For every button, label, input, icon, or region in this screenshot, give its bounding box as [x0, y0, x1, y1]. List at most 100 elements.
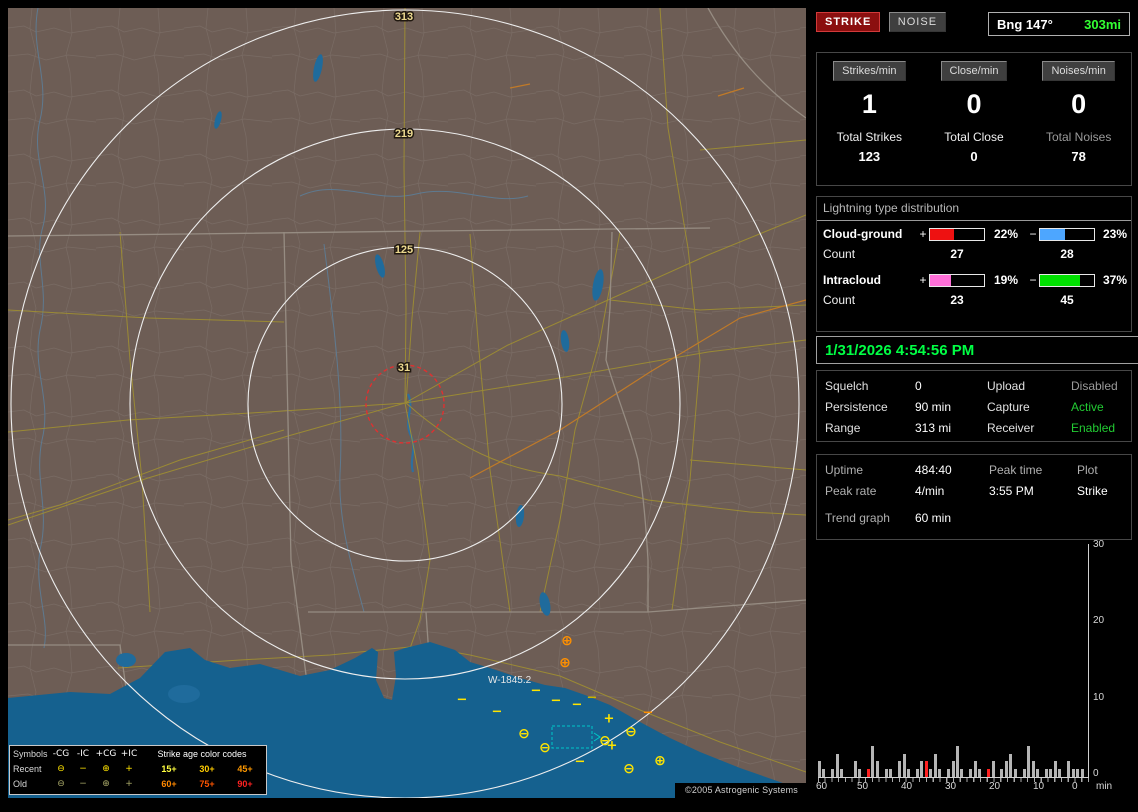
x-tick-20: 20 — [989, 781, 1000, 792]
trend-bar — [947, 769, 950, 777]
trend-bar — [925, 761, 928, 777]
distance-value: 303mi — [1084, 17, 1121, 32]
upload-label: Upload — [987, 379, 1071, 393]
y-tick-10: 10 — [1093, 692, 1104, 703]
trend-bar — [916, 769, 919, 777]
trend-bar — [1081, 769, 1084, 777]
cg-neg-count: 28 — [1039, 247, 1095, 261]
squelch-label: Squelch — [825, 379, 915, 393]
close-per-min-header[interactable]: Close/min — [941, 61, 1008, 81]
age-60: 60+ — [150, 779, 188, 789]
intracloud-row: Intracloud + 19% − 37% — [817, 261, 1131, 287]
neg-ic-recent-icon: − — [72, 764, 94, 774]
trend-bar — [1014, 769, 1017, 777]
storm-track-label: W-1845.2 — [488, 675, 532, 686]
range-value: 313 mi — [915, 421, 987, 435]
total-strikes-value: 123 — [817, 144, 922, 164]
strike-mode-button[interactable]: STRIKE — [816, 12, 880, 32]
trend-bar — [960, 769, 963, 777]
neg-cg-old-icon: ⊖ — [50, 779, 72, 789]
distribution-section: Lightning type distribution Cloud-ground… — [816, 196, 1132, 332]
y-tick-30: 30 — [1093, 539, 1104, 550]
total-close-label: Total Close — [922, 130, 1027, 144]
x-tick-0: 0 — [1072, 781, 1078, 792]
trend-bar — [885, 769, 888, 777]
trend-bar — [1032, 761, 1035, 777]
strike-symbol: ⊖ — [539, 740, 551, 756]
trend-bar — [952, 761, 955, 777]
trend-plot-area — [818, 544, 1089, 778]
trend-bar — [907, 769, 910, 777]
trend-graph-label: Trend graph — [825, 505, 915, 525]
age-15: 15+ — [150, 764, 188, 774]
peak-rate-value: 4/min — [915, 484, 989, 498]
strike-symbol: − — [457, 693, 468, 708]
strike-symbol: + — [607, 739, 618, 754]
total-noises-value: 78 — [1026, 144, 1131, 164]
trend-bar — [898, 761, 901, 777]
ic-neg-pct: 37% — [1095, 273, 1135, 287]
strikes-per-min-header[interactable]: Strikes/min — [833, 61, 905, 81]
trend-bar — [1009, 754, 1012, 777]
lightning-map[interactable]: 313 219 125 31 ⊕⊕−−−−⊖⊖+⊖⊖−⊕⊖−+−− W-1845… — [8, 8, 806, 798]
trend-bar — [1000, 769, 1003, 777]
age-90: 90+ — [226, 779, 264, 789]
noises-per-min-header[interactable]: Noises/min — [1042, 61, 1114, 81]
ring-label-219: 219 — [395, 128, 413, 140]
ring-label-31: 31 — [398, 362, 410, 374]
legend-col-neg-ic: -IC — [72, 749, 94, 759]
ring-label-313: 313 — [395, 11, 413, 23]
trend-bar — [1072, 769, 1075, 777]
plot-label: Plot — [1077, 463, 1123, 477]
cg-neg-bar — [1039, 228, 1095, 241]
legend-recent-label: Recent — [10, 764, 50, 774]
legend-col-pos-cg: +CG — [94, 749, 118, 759]
minus-sign: − — [1027, 227, 1039, 241]
trend-bar — [871, 746, 874, 777]
strike-symbol: − — [575, 755, 586, 770]
trend-bar — [987, 769, 990, 777]
status-section: Uptime 484:40 Peak time Plot Peak rate 4… — [816, 454, 1132, 540]
total-close-value: 0 — [922, 144, 1027, 164]
cg-pos-bar — [929, 228, 985, 241]
x-tick-40: 40 — [901, 781, 912, 792]
upload-status: Disabled — [1071, 379, 1123, 393]
strike-symbol: + — [604, 712, 615, 727]
trend-bar — [1005, 761, 1008, 777]
strike-symbol: − — [551, 694, 562, 709]
trend-bar — [920, 761, 923, 777]
receiver-status: Enabled — [1071, 421, 1123, 435]
trend-bar — [938, 769, 941, 777]
trend-bar — [854, 761, 857, 777]
age-30: 30+ — [188, 764, 226, 774]
strike-symbol: − — [587, 691, 598, 706]
plus-sign: + — [917, 227, 929, 241]
cg-pos-pct: 22% — [985, 227, 1027, 241]
persistence-label: Persistence — [825, 400, 915, 414]
y-tick-20: 20 — [1093, 615, 1104, 626]
plot-value: Strike — [1077, 484, 1123, 498]
trend-bar — [858, 769, 861, 777]
total-noises-label: Total Noises — [1026, 130, 1131, 144]
x-tick-60: 60 — [816, 781, 827, 792]
age-45: 45+ — [226, 764, 264, 774]
trend-bar — [822, 769, 825, 777]
distribution-header: Lightning type distribution — [817, 197, 1131, 221]
strike-symbol: − — [531, 684, 542, 699]
plus-sign: + — [917, 273, 929, 287]
trend-bar — [1045, 769, 1048, 777]
legend-symbols-header: Symbols — [10, 749, 50, 759]
uptime-label: Uptime — [825, 463, 915, 477]
strike-symbol: − — [492, 705, 503, 720]
neg-ic-old-icon: − — [72, 779, 94, 789]
noise-mode-button[interactable]: NOISE — [889, 12, 946, 32]
app-window: 313 219 125 31 ⊕⊕−−−−⊖⊖+⊖⊖−⊕⊖−+−− W-1845… — [0, 0, 1138, 812]
trend-bar — [840, 769, 843, 777]
x-tick-30: 30 — [945, 781, 956, 792]
legend-age-header: Strike age color codes — [140, 749, 264, 759]
x-tick-50: 50 — [857, 781, 868, 792]
capture-label: Capture — [987, 400, 1071, 414]
strike-symbol: ⊕ — [654, 753, 666, 769]
trend-bar — [969, 769, 972, 777]
copyright-label: ©2005 Astrogenic Systems — [675, 783, 806, 798]
